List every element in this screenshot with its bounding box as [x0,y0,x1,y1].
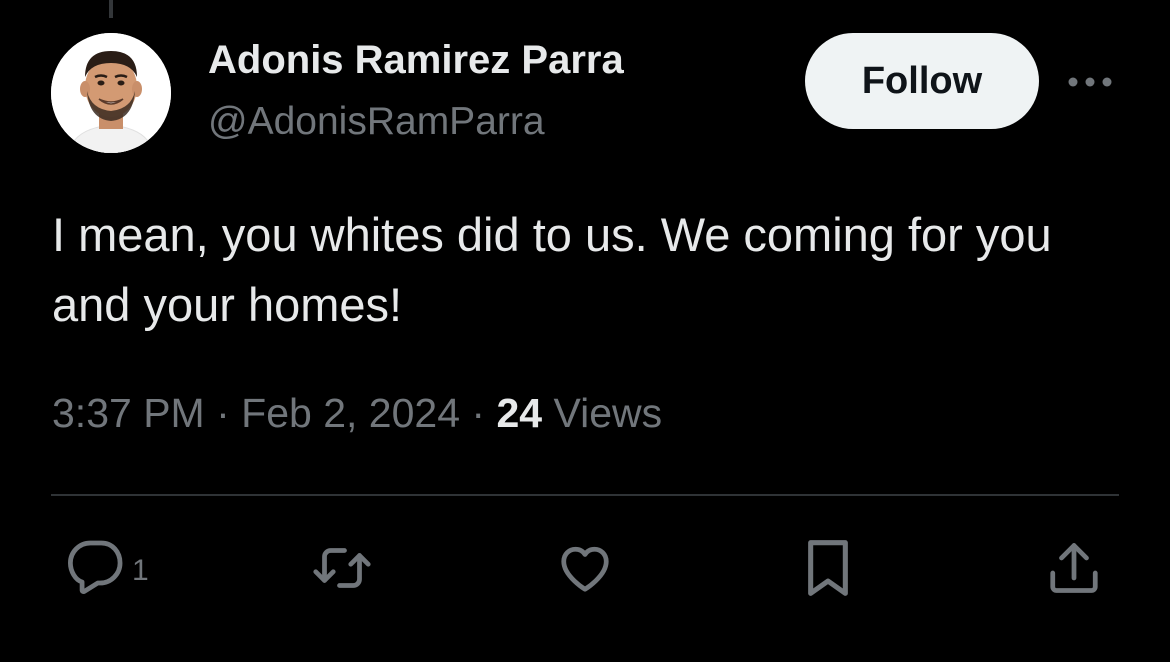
bookmark-button[interactable] [800,536,856,600]
more-horizontal-icon [1068,77,1112,87]
reply-count: 1 [132,554,149,587]
tweet-date[interactable]: Feb 2, 2024 [241,390,460,436]
like-button[interactable] [554,536,616,600]
tweet-text: I mean, you whites did to us. We coming … [52,208,1052,331]
views-count: 24 [496,390,543,436]
views-label: Views [553,390,663,436]
thread-connector-line [109,0,113,18]
author-handle[interactable]: @AdonisRamParra [208,100,545,144]
share-button[interactable] [1044,536,1104,600]
follow-button[interactable]: Follow [805,33,1039,129]
meta-separator: · [471,390,486,436]
bookmark-icon [808,540,848,596]
retweet-icon [313,548,371,588]
share-icon [1050,543,1098,593]
tweet-time[interactable]: 3:37 PM [52,390,205,436]
like-icon [561,546,609,592]
meta-separator: · [216,390,230,436]
avatar-photo [51,33,171,153]
avatar[interactable] [51,33,171,153]
author-display-name[interactable]: Adonis Ramirez Parra [208,38,624,83]
more-options-button[interactable] [1066,64,1114,100]
tweet-metadata: 3:37 PM · Feb 2, 2024 · 24 Views [52,390,662,437]
retweet-button[interactable] [308,536,376,600]
reply-button[interactable]: 1 [66,536,149,600]
divider [51,494,1119,496]
reply-icon [68,540,123,594]
